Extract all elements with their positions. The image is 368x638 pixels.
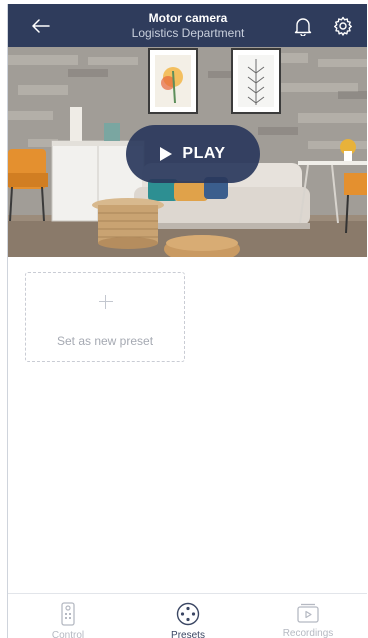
remote-control-icon <box>55 602 81 626</box>
app-frame: Motor camera Logistics Department PLAY S… <box>7 4 367 638</box>
bell-icon <box>294 17 312 36</box>
recordings-icon <box>295 602 321 624</box>
top-bar: Motor camera Logistics Department <box>8 4 367 47</box>
camera-subtitle: Logistics Department <box>131 26 245 40</box>
nav-label-recordings: Recordings <box>282 628 334 638</box>
camera-preview[interactable]: PLAY <box>8 47 367 257</box>
camera-title: Motor camera <box>148 11 228 25</box>
preset-dots-icon <box>175 602 201 626</box>
nav-item-presets[interactable]: Presets <box>128 594 248 638</box>
nav-label-presets: Presets <box>171 630 205 638</box>
set-new-preset-label: Set as new preset <box>56 334 154 348</box>
title-block: Motor camera Logistics Department <box>68 11 308 40</box>
set-new-preset-tile[interactable]: Set as new preset <box>25 272 185 362</box>
play-button[interactable]: PLAY <box>126 125 260 183</box>
nav-item-control[interactable]: Control <box>8 594 128 638</box>
play-label: PLAY <box>182 145 226 162</box>
plus-icon <box>99 295 113 309</box>
nav-item-recordings[interactable]: Recordings <box>248 594 367 638</box>
notifications-button[interactable] <box>292 15 314 37</box>
nav-label-control: Control <box>51 630 85 638</box>
settings-button[interactable] <box>331 14 355 38</box>
play-icon <box>160 147 173 161</box>
bottom-navigation: Control Presets Recordings <box>8 593 367 638</box>
gear-icon <box>334 16 352 36</box>
back-button[interactable] <box>28 13 54 39</box>
arrow-left-icon <box>32 19 50 33</box>
